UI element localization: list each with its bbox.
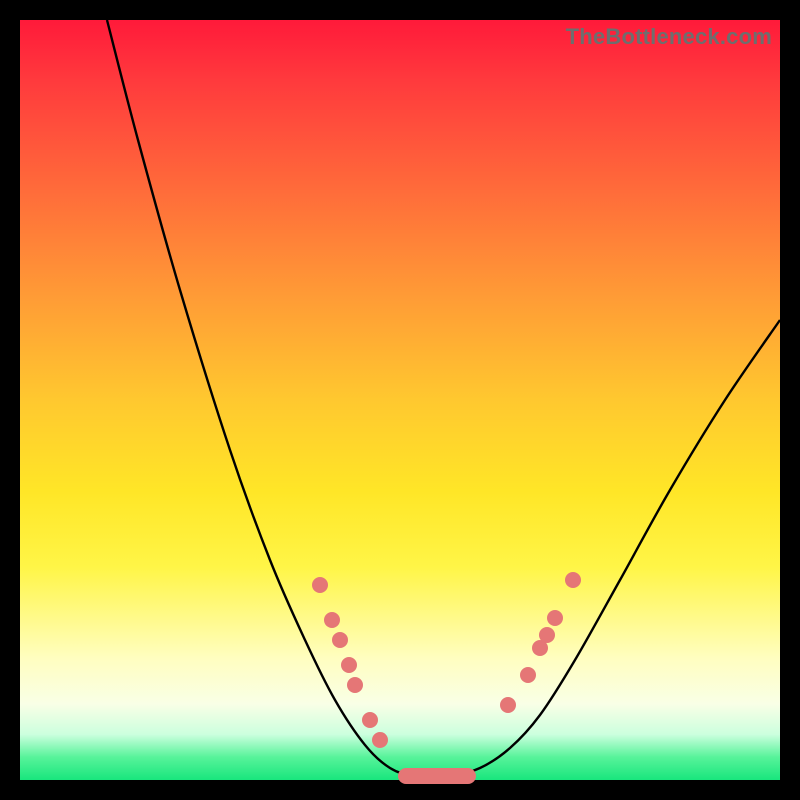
chart-plot-area: TheBottleneck.com — [20, 20, 780, 780]
bottleneck-curve — [107, 20, 780, 777]
curve-dot — [547, 610, 563, 626]
curve-dot — [520, 667, 536, 683]
curve-dot — [347, 677, 363, 693]
chart-stage: TheBottleneck.com — [0, 0, 800, 800]
curve-dot — [539, 627, 555, 643]
curve-dot — [312, 577, 328, 593]
curve-dot — [372, 732, 388, 748]
chart-svg — [20, 20, 780, 780]
curve-dot — [565, 572, 581, 588]
curve-dot — [341, 657, 357, 673]
curve-dot — [324, 612, 340, 628]
curve-dot — [362, 712, 378, 728]
curve-dot — [332, 632, 348, 648]
curve-dot — [500, 697, 516, 713]
curve-dots-group — [312, 572, 581, 748]
curve-bottom-bump — [398, 768, 476, 784]
